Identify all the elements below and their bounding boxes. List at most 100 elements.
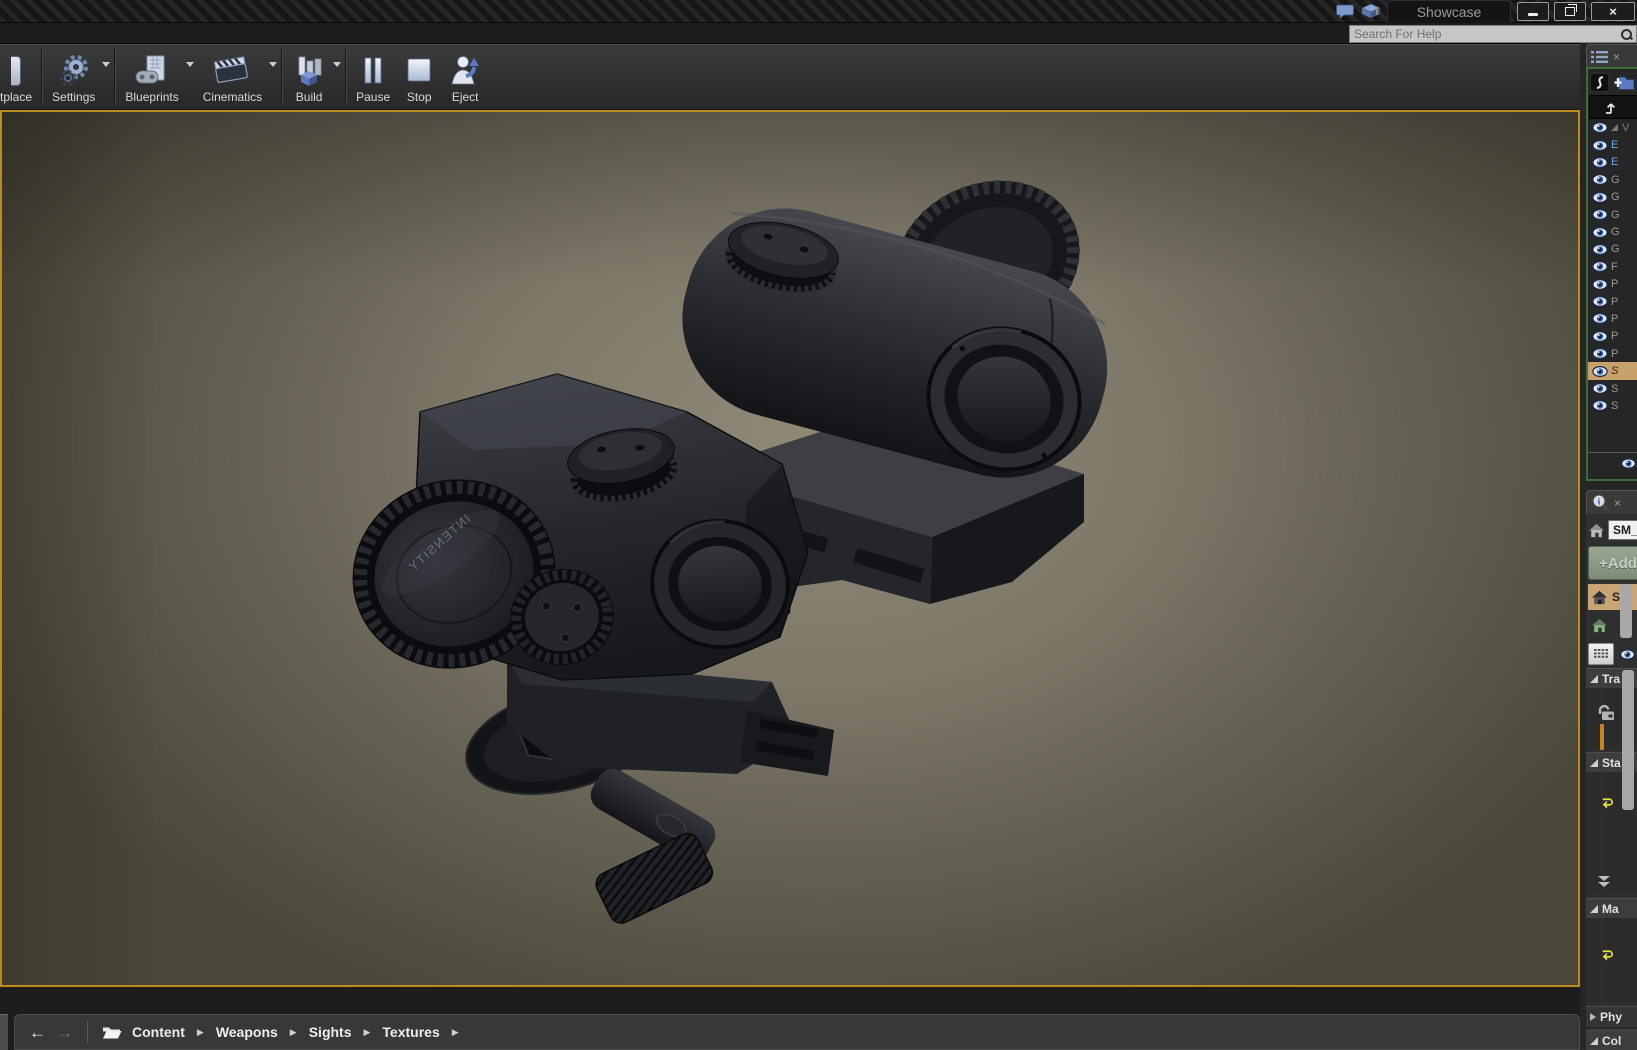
toolbar-eject-button[interactable]: Eject — [441, 45, 489, 109]
cinematics-dropdown-caret[interactable] — [269, 61, 278, 67]
outliner-row[interactable]: G — [1588, 206, 1637, 223]
outliner-row-selected[interactable]: S — [1588, 362, 1637, 380]
transform-lock-icon[interactable] — [1596, 702, 1616, 721]
project-title-tab[interactable]: Showcase — [1387, 0, 1511, 23]
minimize-button[interactable] — [1517, 1, 1549, 21]
tab-world-outliner[interactable]: × — [1586, 44, 1637, 68]
visibility-eye-icon[interactable] — [1592, 365, 1608, 377]
visibility-eye-icon[interactable] — [1592, 156, 1608, 168]
content-browser-dock: ← → Content ▶ Weapons ▶ Sights ▶ Texture… — [0, 987, 1580, 1050]
create-folder-icon[interactable] — [1613, 74, 1635, 91]
visibility-eye-icon[interactable] — [1592, 139, 1608, 151]
back-button[interactable]: ← — [29, 1024, 46, 1041]
toolbar-label: Eject — [451, 90, 479, 104]
filter-eye-icon[interactable] — [1620, 648, 1635, 660]
toolbar-stop-button[interactable]: Stop — [397, 45, 441, 109]
reset-to-default-icon[interactable] — [1599, 796, 1614, 810]
visibility-eye-icon[interactable] — [1592, 400, 1608, 412]
reset-to-default-icon[interactable] — [1599, 948, 1614, 962]
window-titlebar[interactable]: Showcase × — [0, 0, 1637, 23]
outliner-row[interactable]: E — [1588, 136, 1637, 153]
actor-label: P — [1611, 312, 1619, 325]
visibility-eye-icon[interactable] — [1592, 122, 1608, 134]
viewport-3d[interactable]: INTENSITY — [0, 110, 1580, 987]
visibility-eye-icon[interactable] — [1592, 261, 1608, 273]
outliner-row[interactable]: G — [1588, 241, 1637, 258]
toolbar-pause-button[interactable]: Pause — [349, 45, 397, 109]
outliner-row[interactable]: E — [1588, 154, 1637, 171]
section-materials-header[interactable]: Ma — [1586, 898, 1637, 920]
add-component-button[interactable]: +Add — [1588, 546, 1637, 580]
close-tab-icon[interactable]: × — [1613, 51, 1620, 63]
settings-dropdown-caret[interactable] — [102, 61, 111, 67]
breadcrumb-sights[interactable]: Sights — [309, 1024, 352, 1040]
breadcrumb-caret-icon[interactable]: ▶ — [197, 1027, 204, 1038]
help-search-input[interactable] — [1350, 27, 1620, 41]
close-tab-icon[interactable]: × — [1614, 497, 1621, 509]
actor-name-row: SM_ — [1588, 518, 1637, 542]
breadcrumb-caret-icon[interactable]: ▶ — [290, 1027, 297, 1038]
outliner-row[interactable]: G — [1588, 189, 1637, 206]
breadcrumb-caret-icon[interactable]: ▶ — [452, 1027, 459, 1038]
actor-name-field[interactable]: SM_ — [1608, 520, 1637, 540]
outliner-row[interactable]: P — [1588, 345, 1637, 362]
visibility-eye-icon[interactable] — [1592, 191, 1608, 203]
section-label: Tra — [1602, 672, 1621, 686]
expander-icon[interactable] — [1611, 124, 1618, 132]
visibility-eye-icon[interactable] — [1592, 296, 1608, 308]
details-scrollbar-thumb[interactable] — [1622, 670, 1634, 810]
toolbar-build-button[interactable]: Build — [285, 45, 333, 109]
up-level-icon — [1606, 103, 1616, 114]
search-icon — [1620, 28, 1633, 41]
toolbar-marketplace-button[interactable]: tplace — [0, 45, 39, 109]
outliner-row[interactable]: F — [1588, 258, 1637, 275]
visibility-eye-icon[interactable] — [1592, 243, 1608, 255]
forward-button[interactable]: → — [56, 1024, 73, 1041]
help-search-box[interactable] — [1349, 25, 1637, 43]
breadcrumb-weapons[interactable]: Weapons — [216, 1024, 278, 1040]
actor-label: E — [1611, 156, 1619, 169]
outliner-row[interactable]: G — [1588, 223, 1637, 240]
section-label: Sta — [1602, 756, 1621, 770]
tutorials-icon[interactable] — [1361, 3, 1381, 19]
view-options-eye-icon[interactable] — [1621, 458, 1636, 469]
visibility-eye-icon[interactable] — [1592, 348, 1608, 360]
toolbar-cinematics-button[interactable]: Cinematics — [196, 45, 269, 109]
visibility-eye-icon[interactable] — [1592, 209, 1608, 221]
main-toolbar: tplace Settings Blueprints Cinematics Bu… — [0, 44, 1580, 111]
section-physics-header[interactable]: Phy — [1586, 1006, 1637, 1028]
breadcrumb-content[interactable]: Content — [132, 1024, 185, 1040]
outliner-search-box[interactable] — [1589, 95, 1637, 119]
breadcrumb-caret-icon[interactable]: ▶ — [364, 1027, 371, 1038]
restore-button[interactable] — [1554, 1, 1586, 21]
outliner-row[interactable]: G — [1588, 171, 1637, 188]
tab-details[interactable]: i × — [1586, 490, 1637, 514]
toolbar-settings-button[interactable]: Settings — [45, 45, 102, 109]
visibility-eye-icon[interactable] — [1592, 383, 1608, 395]
sources-panel-fragment[interactable] — [0, 1014, 8, 1050]
minimize-icon — [1528, 12, 1538, 16]
expand-more-chevron[interactable] — [1598, 876, 1610, 887]
outliner-search-icon[interactable] — [1590, 72, 1609, 92]
visibility-eye-icon[interactable] — [1592, 278, 1608, 290]
outliner-row[interactable]: P — [1588, 276, 1637, 293]
toolbar-blueprints-button[interactable]: Blueprints — [118, 45, 185, 109]
outliner-row[interactable]: P — [1588, 328, 1637, 345]
component-scrollbar-thumb[interactable] — [1620, 584, 1632, 638]
grid-view-button[interactable] — [1588, 643, 1614, 665]
blueprints-dropdown-caret[interactable] — [185, 61, 194, 67]
breadcrumb-textures[interactable]: Textures — [382, 1024, 439, 1040]
outliner-row[interactable]: P — [1588, 293, 1637, 310]
close-window-button[interactable]: × — [1591, 1, 1635, 21]
visibility-eye-icon[interactable] — [1592, 174, 1608, 186]
visibility-eye-icon[interactable] — [1592, 226, 1608, 238]
outliner-row[interactable]: P — [1588, 310, 1637, 327]
build-dropdown-caret[interactable] — [333, 61, 342, 67]
section-collision-header[interactable]: Col — [1586, 1030, 1637, 1050]
visibility-eye-icon[interactable] — [1592, 330, 1608, 342]
outliner-row[interactable]: S — [1588, 397, 1637, 414]
outliner-row[interactable]: V — [1588, 119, 1637, 136]
visibility-eye-icon[interactable] — [1592, 313, 1608, 325]
feedback-icon[interactable] — [1335, 3, 1355, 19]
outliner-row[interactable]: S — [1588, 380, 1637, 397]
